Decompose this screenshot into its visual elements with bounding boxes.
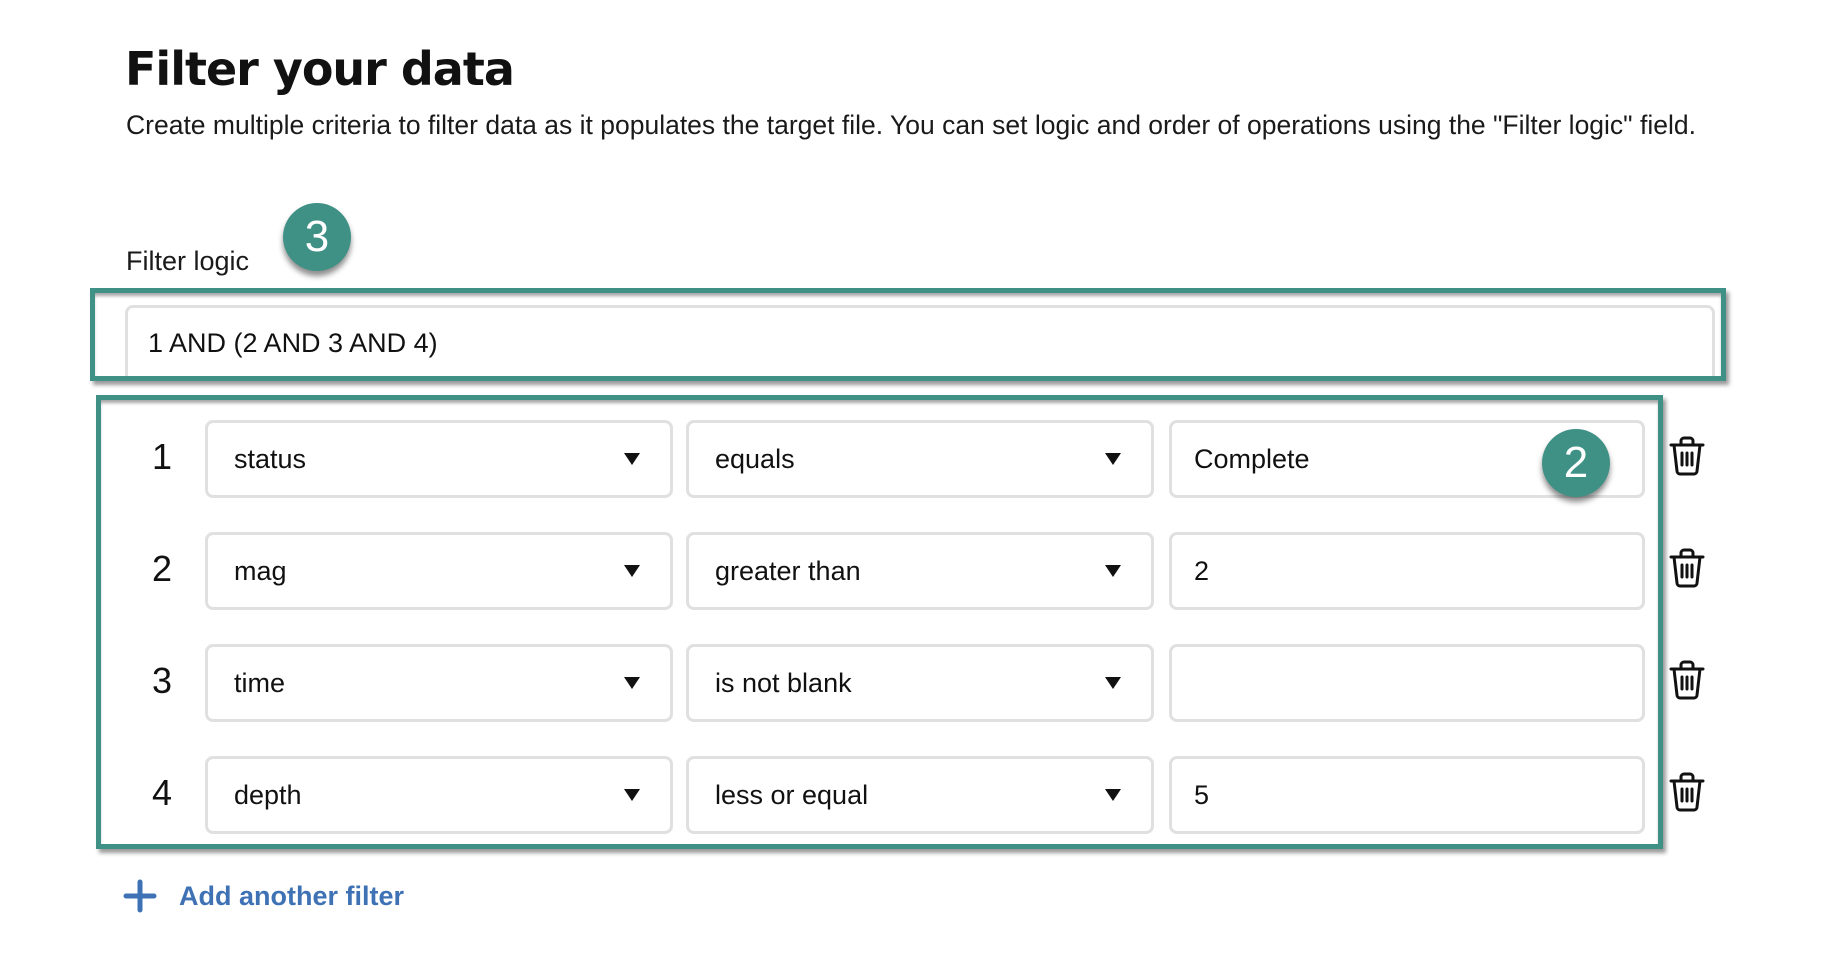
caret-down-icon xyxy=(1105,677,1121,689)
operator-select-value: is not blank xyxy=(715,667,852,698)
caret-down-icon xyxy=(1105,789,1121,801)
callout-badge-rows: 2 xyxy=(1542,429,1610,497)
delete-filter-1-button[interactable] xyxy=(1668,436,1706,476)
value-input[interactable] xyxy=(1169,644,1645,722)
page-title: Filter your data xyxy=(125,42,515,96)
delete-filter-4-button[interactable] xyxy=(1668,772,1706,812)
field-select[interactable]: depth xyxy=(205,756,673,834)
trash-icon xyxy=(1669,660,1705,700)
field-select-value: time xyxy=(234,667,286,698)
field-select[interactable]: mag xyxy=(205,532,673,610)
delete-filter-2-button[interactable] xyxy=(1668,548,1706,588)
field-select[interactable]: status xyxy=(205,420,673,498)
operator-select[interactable]: less or equal xyxy=(686,756,1154,834)
trash-icon xyxy=(1669,436,1705,476)
plus-icon xyxy=(123,879,157,913)
field-select-value: depth xyxy=(234,779,302,810)
trash-icon xyxy=(1669,772,1705,812)
add-another-filter-label: Add another filter xyxy=(179,880,405,911)
field-select-value: mag xyxy=(234,555,287,586)
filter-row-1: 1 status equals Complete xyxy=(101,420,1658,498)
page-description: Create multiple criteria to filter data … xyxy=(126,110,1696,140)
caret-down-icon xyxy=(624,453,640,465)
filter-row-2: 2 mag greater than 2 xyxy=(101,532,1658,610)
caret-down-icon xyxy=(624,565,640,577)
operator-select[interactable]: equals xyxy=(686,420,1154,498)
operator-select-value: equals xyxy=(715,443,795,474)
add-another-filter-button[interactable]: Add another filter xyxy=(123,876,404,916)
filter-logic-label: Filter logic xyxy=(126,246,250,276)
operator-select[interactable]: greater than xyxy=(686,532,1154,610)
value-input[interactable]: 5 xyxy=(1169,756,1645,834)
callout-badge-logic: 3 xyxy=(283,203,351,271)
row-number: 3 xyxy=(151,660,173,701)
filter-logic-input[interactable]: 1 AND (2 AND 3 AND 4) xyxy=(125,305,1715,376)
delete-filter-3-button[interactable] xyxy=(1668,660,1706,700)
caret-down-icon xyxy=(624,789,640,801)
field-select-value: status xyxy=(234,443,307,474)
row-number: 1 xyxy=(151,436,173,477)
row-number: 2 xyxy=(151,548,173,589)
filter-row-4: 4 depth less or equal 5 xyxy=(101,756,1658,834)
row-number: 4 xyxy=(151,772,173,813)
value-input[interactable]: 2 xyxy=(1169,532,1645,610)
operator-select-value: less or equal xyxy=(715,779,869,810)
filter-row-3: 3 time is not blank xyxy=(101,644,1658,722)
operator-select[interactable]: is not blank xyxy=(686,644,1154,722)
caret-down-icon xyxy=(624,677,640,689)
filter-logic-highlight: 1 AND (2 AND 3 AND 4) xyxy=(90,288,1726,381)
operator-select-value: greater than xyxy=(715,555,861,586)
filter-rows-highlight: 1 status equals Complete 2 mag greater t… xyxy=(96,395,1663,849)
caret-down-icon xyxy=(1105,453,1121,465)
field-select[interactable]: time xyxy=(205,644,673,722)
caret-down-icon xyxy=(1105,565,1121,577)
trash-icon xyxy=(1669,548,1705,588)
